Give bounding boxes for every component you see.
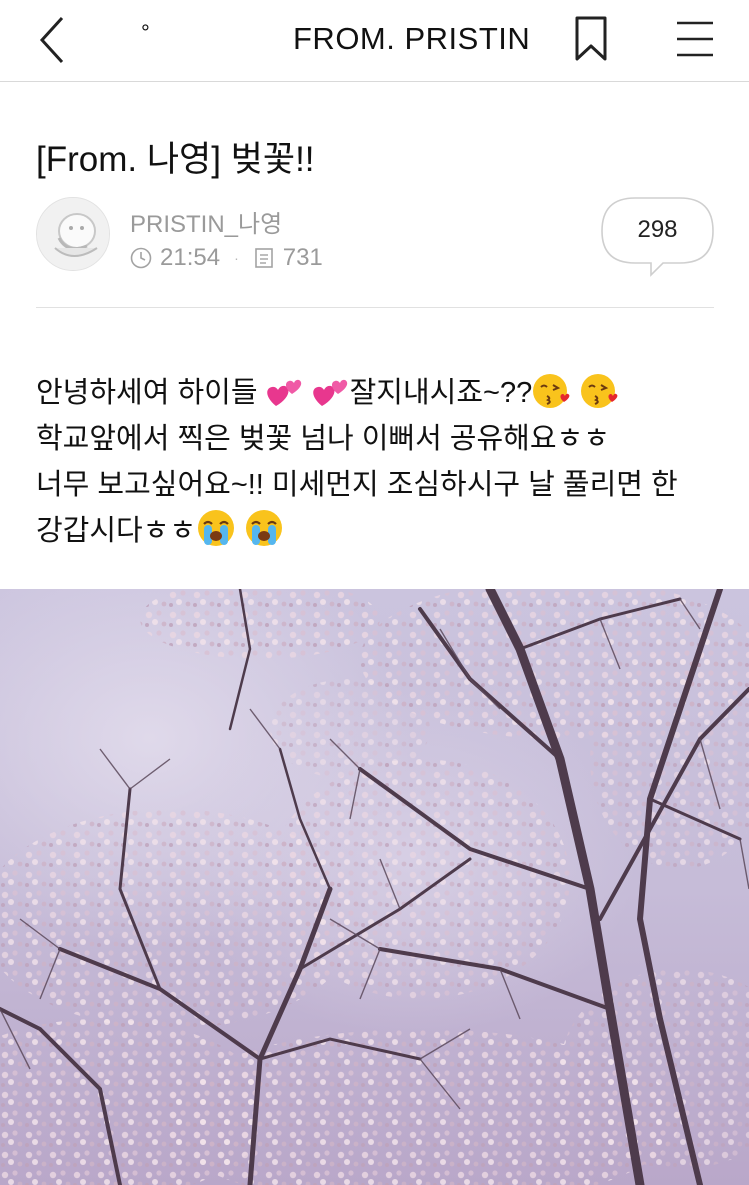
clock-icon: [130, 247, 152, 269]
body-text-segment: 안녕하세여 하이들: [36, 377, 266, 409]
two-hearts-emoji: [266, 379, 301, 406]
hamburger-menu-icon: [677, 21, 713, 57]
status-indicator: °: [141, 20, 150, 45]
top-bar: ° FROM. PRISTIN: [0, 0, 749, 82]
post-photo[interactable]: [0, 589, 749, 1185]
author-name[interactable]: PRISTIN_나영: [130, 204, 282, 239]
face-blowing-kiss-emoji: [581, 374, 618, 408]
meta-separator: ·: [234, 250, 239, 266]
body-text-segment: 잘지내시죠~??: [349, 377, 533, 409]
loudly-crying-face-emoji: [198, 510, 235, 546]
menu-button[interactable]: [674, 18, 716, 60]
bookmark-icon: [575, 16, 607, 61]
body-line-2: 학교앞에서 찍은 벚꽃 넘나 이뻐서 공유해요ㅎㅎ: [36, 423, 610, 455]
document-icon: [254, 248, 273, 268]
post-title: [From. 나영] 벚꽃!!: [36, 140, 315, 179]
face-blowing-kiss-emoji: [533, 374, 570, 408]
body-text-segment: 강갑시다ㅎㅎ: [36, 515, 197, 547]
body-line-3: 너무 보고싶어요~!! 미세먼지 조심하시구 날 풀리면 한: [36, 469, 678, 501]
back-chevron-icon: [39, 16, 64, 64]
bookmark-button[interactable]: [571, 14, 611, 64]
page-title: FROM. PRISTIN: [293, 21, 531, 56]
avatar-image: [37, 198, 109, 270]
two-hearts-emoji: [312, 379, 347, 406]
divider: [36, 307, 714, 308]
post-time: 21:54: [160, 244, 221, 271]
post-body: 안녕하세여 하이들 잘지내시죠~?? 학교앞에서 찍은 벚꽃 넘나 이뻐서 공유…: [36, 370, 726, 554]
back-button[interactable]: [30, 14, 74, 66]
avatar[interactable]: [36, 197, 110, 271]
body-line-4: 강갑시다ㅎㅎ: [36, 508, 726, 554]
view-count: 731: [282, 244, 323, 271]
cherry-blossom-photo: [0, 589, 749, 1185]
post-meta: 21:54 · 731: [130, 243, 323, 273]
body-line-1: 안녕하세여 하이들 잘지내시죠~??: [36, 370, 726, 416]
loudly-crying-face-emoji: [246, 510, 283, 546]
comment-count[interactable]: 298: [601, 216, 714, 244]
